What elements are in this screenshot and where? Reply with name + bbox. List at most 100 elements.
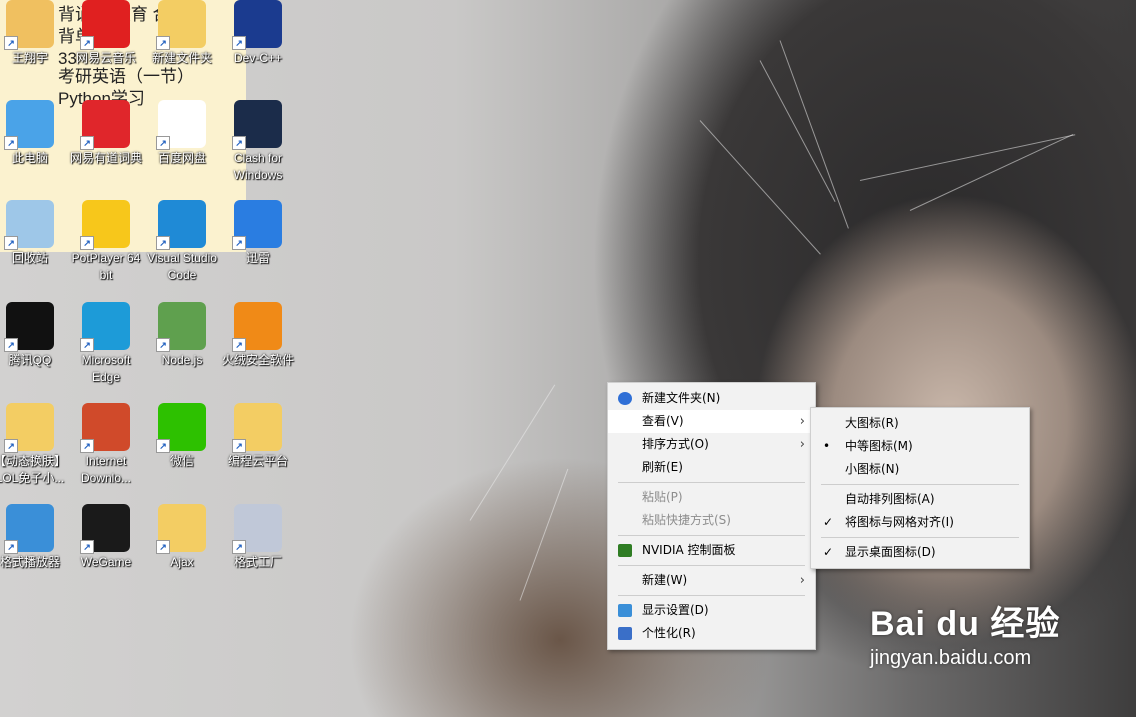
checkmark-icon: ✓ xyxy=(823,545,834,559)
desktop-icon-label: 【动态换肤】LOL免子小... xyxy=(0,454,66,485)
desktop-icon-label: Microsoft Edge xyxy=(81,353,131,384)
nodejs-icon: ↗ xyxy=(156,302,206,352)
folder-icon: ↗ xyxy=(156,504,206,554)
shortcut-arrow-icon: ↗ xyxy=(4,36,18,50)
desktop-icon[interactable]: ↗ 此电脑 xyxy=(0,100,68,167)
menu-separator xyxy=(821,537,1019,538)
chevron-right-icon: › xyxy=(799,414,805,429)
shortcut-arrow-icon: ↗ xyxy=(4,236,18,250)
context-menu-item[interactable]: 新建(W) › xyxy=(608,569,815,592)
desktop-icon[interactable]: ↗ 微信 xyxy=(144,403,220,470)
view-submenu-item[interactable]: • 中等图标(M) xyxy=(811,435,1029,458)
youdao-icon: ↗ xyxy=(80,100,130,150)
desktop-icon[interactable]: ↗ Dev-C++ xyxy=(220,0,296,67)
netease-music-icon: ↗ xyxy=(80,0,130,50)
desktop-icon[interactable]: ↗ 迅雷 xyxy=(220,200,296,267)
context-menu-item[interactable]: 查看(V) › xyxy=(608,410,815,433)
edge-icon: ↗ xyxy=(80,302,130,352)
desktop-icon-label: Ajax xyxy=(170,555,194,569)
shortcut-arrow-icon: ↗ xyxy=(80,36,94,50)
desktop-icon-label: WeGame xyxy=(80,555,132,569)
context-menu-item-label: 粘贴快捷方式(S) xyxy=(642,513,731,527)
view-submenu-item[interactable]: 小图标(N) xyxy=(811,458,1029,481)
note-line: 考研英语（一节） xyxy=(58,67,194,86)
desktop-icon-label: Internet Downlo... xyxy=(80,454,132,485)
xunlei-icon: ↗ xyxy=(232,200,282,250)
shortcut-arrow-icon: ↗ xyxy=(4,136,18,150)
desktop-icon[interactable]: ↗ Node.js xyxy=(144,302,220,369)
clash-icon: ↗ xyxy=(232,100,282,150)
chevron-right-icon: › xyxy=(799,437,805,452)
desktop-icon[interactable]: ↗ Clash for Windows xyxy=(220,100,296,184)
desktop-icon[interactable]: ↗ 编程云平台 xyxy=(220,403,296,470)
view-submenu-item[interactable]: ✓ 显示桌面图标(D) xyxy=(811,541,1029,564)
desktop-icon-label: 腾讯QQ xyxy=(8,353,52,367)
desktop-icon-label: 编程云平台 xyxy=(227,454,288,468)
desktop-icon[interactable]: ↗ 【动态换肤】LOL免子小... xyxy=(0,403,68,487)
menu-separator xyxy=(618,535,805,536)
context-menu-item-label: 显示设置(D) xyxy=(642,603,709,617)
context-menu-item-label: 个性化(R) xyxy=(642,626,696,640)
view-submenu-item[interactable]: 大图标(R) xyxy=(811,412,1029,435)
personalize-icon xyxy=(618,627,632,640)
desktop-icon[interactable]: ↗ 火绒安全软件 xyxy=(220,302,296,369)
desktop-icon[interactable]: ↗ 格式工厂 xyxy=(220,504,296,571)
context-menu-item[interactable]: 刷新(E) xyxy=(608,456,815,479)
folder-icon: ↗ xyxy=(232,403,282,453)
vscode-icon: ↗ xyxy=(156,200,206,250)
desktop-icon[interactable]: ↗ Visual Studio Code xyxy=(144,200,220,284)
desktop-icon-label: 迅雷 xyxy=(245,251,270,265)
desktop-icon[interactable]: ↗ Internet Downlo... xyxy=(68,403,144,487)
desktop-icon[interactable]: ↗ Ajax xyxy=(144,504,220,571)
folder-icon: ↗ xyxy=(4,403,54,453)
desktop-icon[interactable]: ↗ 回收站 xyxy=(0,200,68,267)
desktop-icon[interactable]: ↗ 网易云音乐 xyxy=(68,0,144,67)
shortcut-arrow-icon: ↗ xyxy=(4,540,18,554)
shortcut-arrow-icon: ↗ xyxy=(232,540,246,554)
display-settings-icon xyxy=(618,604,632,617)
shortcut-arrow-icon: ↗ xyxy=(4,439,18,453)
desktop-icon-label: Clash for Windows xyxy=(233,151,283,182)
view-submenu-item-label: 大图标(R) xyxy=(845,416,899,430)
shortcut-arrow-icon: ↗ xyxy=(156,338,170,352)
view-submenu-item[interactable]: ✓ 将图标与网格对齐(I) xyxy=(811,511,1029,534)
desktop-icon-label: 网易有道词典 xyxy=(69,151,142,165)
context-menu-item-label: 粘贴(P) xyxy=(642,490,683,504)
desktop-icon[interactable]: ↗ Microsoft Edge xyxy=(68,302,144,386)
desktop-icon[interactable]: ↗ 百度网盘 xyxy=(144,100,220,167)
qq-icon: ↗ xyxy=(4,302,54,352)
shortcut-arrow-icon: ↗ xyxy=(156,439,170,453)
desktop-icon[interactable]: ↗ WeGame xyxy=(68,504,144,571)
nvidia-icon xyxy=(618,544,632,557)
desktop-icon-label: Visual Studio Code xyxy=(147,251,217,282)
desktop-icon[interactable]: ↗ 网易有道词典 xyxy=(68,100,144,167)
desktop-icon-label: 百度网盘 xyxy=(157,151,206,165)
desktop-icon[interactable]: ↗ 格式播放器 xyxy=(0,504,68,571)
view-submenu-item[interactable]: 自动排列图标(A) xyxy=(811,488,1029,511)
desktop-icon[interactable]: ↗ PotPlayer 64 bit xyxy=(68,200,144,284)
context-menu-item[interactable]: 排序方式(O) › xyxy=(608,433,815,456)
desktop-icon[interactable]: ↗ 新建文件夹 xyxy=(144,0,220,67)
desktop-icon-label: 新建文件夹 xyxy=(151,51,212,65)
desktop-icon[interactable]: ↗ 腾讯QQ xyxy=(0,302,68,369)
context-menu-item[interactable]: 显示设置(D) xyxy=(608,599,815,622)
context-menu-item[interactable]: 新建文件夹(N) xyxy=(608,387,815,410)
menu-separator xyxy=(618,565,805,566)
desktop-icon-label: 此电脑 xyxy=(11,151,48,165)
baidu-jingyan-watermark: Bai du 经验 jingyan.baidu.com xyxy=(870,596,1060,670)
view-submenu-item-label: 将图标与网格对齐(I) xyxy=(845,515,954,529)
context-menu-item-label: 新建(W) xyxy=(642,573,688,587)
wegame-icon: ↗ xyxy=(80,504,130,554)
context-menu-item-label: 排序方式(O) xyxy=(642,437,709,451)
shortcut-arrow-icon: ↗ xyxy=(156,36,170,50)
context-menu-item[interactable]: 个性化(R) xyxy=(608,622,815,645)
shortcut-arrow-icon: ↗ xyxy=(156,236,170,250)
desktop-context-menu: 新建文件夹(N) 查看(V) › 排序方式(O) › 刷新(E) 粘贴(P) 粘贴快捷方式(S… xyxy=(607,382,816,650)
desktop-icon-label: Node.js xyxy=(161,353,203,367)
desktop-icon-label: 王翔宇 xyxy=(11,51,48,65)
context-menu-item[interactable]: NVIDIA 控制面板 xyxy=(608,539,815,562)
idm-icon: ↗ xyxy=(80,403,130,453)
view-submenu-item-label: 自动排列图标(A) xyxy=(845,492,935,506)
menu-separator xyxy=(618,482,805,483)
desktop-icon[interactable]: ↗ 王翔宇 xyxy=(0,0,68,67)
